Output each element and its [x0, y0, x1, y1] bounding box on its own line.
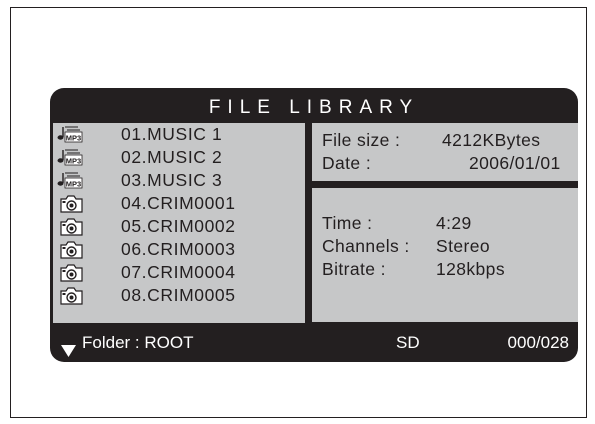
time-label: Time :: [322, 213, 373, 233]
folder-path: Folder : ROOT: [82, 333, 194, 352]
storage-device: SD: [396, 333, 420, 352]
file-item[interactable]: 05.CRIM0002: [53, 215, 305, 237]
file-item[interactable]: 07.CRIM0004: [53, 261, 305, 283]
svg-text:MP3: MP3: [66, 133, 81, 142]
status-bar: Folder : ROOT SD 000/028: [50, 328, 578, 358]
file-item-label: 04.CRIM0001: [121, 193, 236, 213]
svg-text:MP3: MP3: [66, 179, 81, 188]
mp3-file-icon: MP3: [56, 170, 96, 190]
file-info-summary: File size : 4212KBytes Date : 2006/01/01: [312, 123, 578, 181]
file-counter: 000/028: [507, 333, 569, 352]
file-item[interactable]: MP3 01.MUSIC 1: [53, 123, 305, 145]
file-item-label: 07.CRIM0004: [121, 262, 236, 282]
mp3-file-icon: MP3: [56, 147, 96, 167]
camera-file-icon: [56, 239, 96, 259]
file-item-label: 03.MUSIC 3: [121, 170, 223, 190]
file-item-label: 05.CRIM0002: [121, 216, 236, 236]
camera-file-icon: [56, 262, 96, 282]
file-item-label: 02.MUSIC 2: [121, 147, 223, 167]
file-item-label: 08.CRIM0005: [121, 285, 236, 305]
camera-file-icon: [56, 285, 96, 305]
camera-file-icon: [56, 193, 96, 213]
channels-label: Channels :: [322, 236, 410, 256]
bitrate-label: Bitrate :: [322, 259, 386, 279]
bitrate-value: 128kbps: [436, 259, 505, 279]
file-item-label: 01.MUSIC 1: [121, 124, 223, 144]
file-size-value: 4212KBytes: [442, 130, 541, 150]
file-item-label: 06.CRIM0003: [121, 239, 236, 259]
channels-value: Stereo: [436, 236, 490, 256]
screen-frame: FILE LIBRARY MP3 01.MUSIC 1 MP3 02.MUSIC…: [10, 7, 587, 418]
file-size-label: File size :: [322, 130, 401, 150]
file-item[interactable]: MP3 03.MUSIC 3: [53, 169, 305, 191]
file-item[interactable]: 04.CRIM0001: [53, 192, 305, 214]
panel-title: FILE LIBRARY: [208, 97, 420, 118]
svg-text:MP3: MP3: [66, 156, 81, 165]
file-item[interactable]: 06.CRIM0003: [53, 238, 305, 260]
triangle-down-icon[interactable]: [61, 337, 76, 357]
date-value: 2006/01/01: [469, 153, 561, 173]
file-item[interactable]: 08.CRIM0005: [53, 284, 305, 306]
time-value: 4:29: [436, 213, 472, 233]
file-item[interactable]: MP3 02.MUSIC 2: [53, 146, 305, 168]
camera-file-icon: [56, 216, 96, 236]
file-list[interactable]: MP3 01.MUSIC 1 MP3 02.MUSIC 2 MP3 03.MUS…: [53, 123, 305, 323]
file-library-panel: FILE LIBRARY MP3 01.MUSIC 1 MP3 02.MUSIC…: [50, 88, 578, 362]
date-label: Date :: [322, 153, 372, 173]
file-info-details: Time : 4:29 Channels : Stereo Bitrate : …: [312, 188, 578, 322]
mp3-file-icon: MP3: [56, 124, 96, 144]
